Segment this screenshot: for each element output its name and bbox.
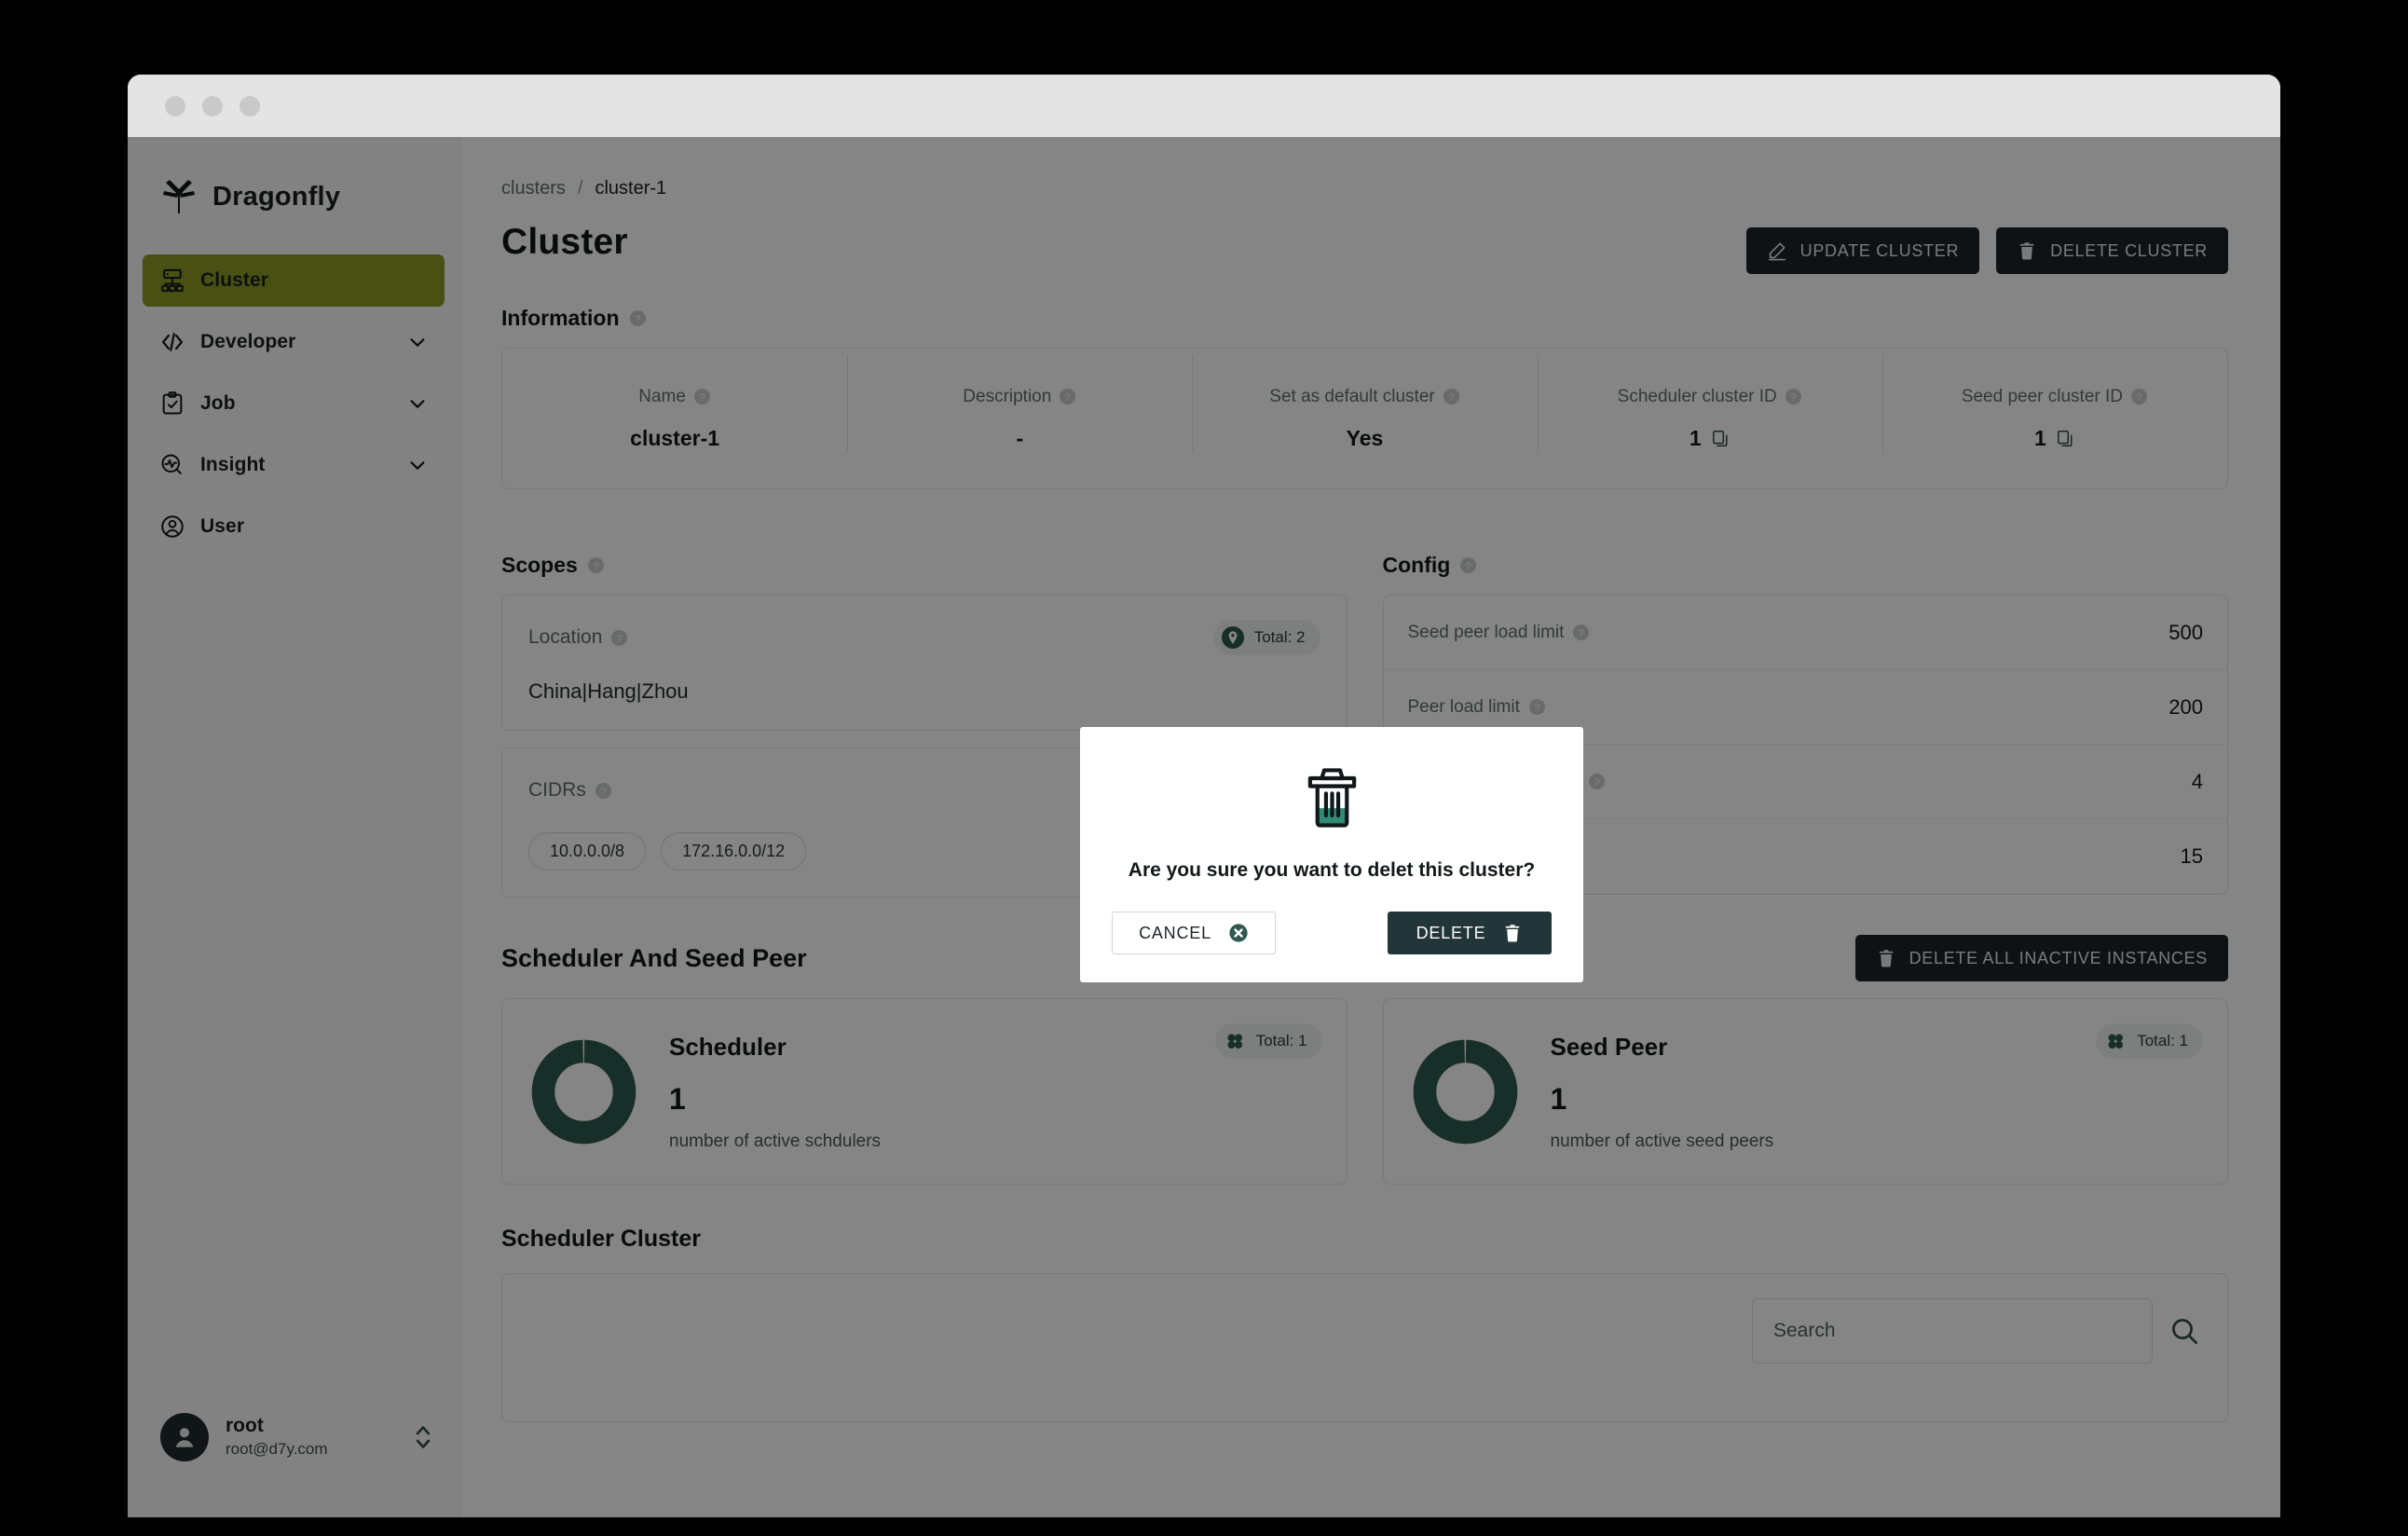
cancel-label: CANCEL — [1139, 923, 1211, 942]
window-titlebar — [128, 75, 2280, 137]
browser-window: Dragonfly Cluster Developer Job Insight … — [128, 75, 2280, 1517]
close-circle-icon — [1229, 924, 1248, 942]
window-close-dot[interactable] — [165, 95, 185, 117]
trash-illustration-icon — [1307, 768, 1356, 828]
dialog-message: Are you sure you want to delet this clus… — [1128, 859, 1536, 881]
window-maximize-dot[interactable] — [239, 95, 260, 117]
dialog-actions: CANCEL DELETE — [1112, 912, 1552, 954]
confirm-delete-button[interactable]: DELETE — [1388, 912, 1552, 954]
delete-cluster-dialog: Are you sure you want to delet this clus… — [1080, 727, 1583, 982]
app-body: Dragonfly Cluster Developer Job Insight … — [128, 137, 2280, 1517]
window-minimize-dot[interactable] — [202, 95, 223, 117]
trash-icon — [1506, 925, 1520, 942]
delete-label: DELETE — [1416, 923, 1486, 942]
cancel-button[interactable]: CANCEL — [1112, 912, 1276, 954]
